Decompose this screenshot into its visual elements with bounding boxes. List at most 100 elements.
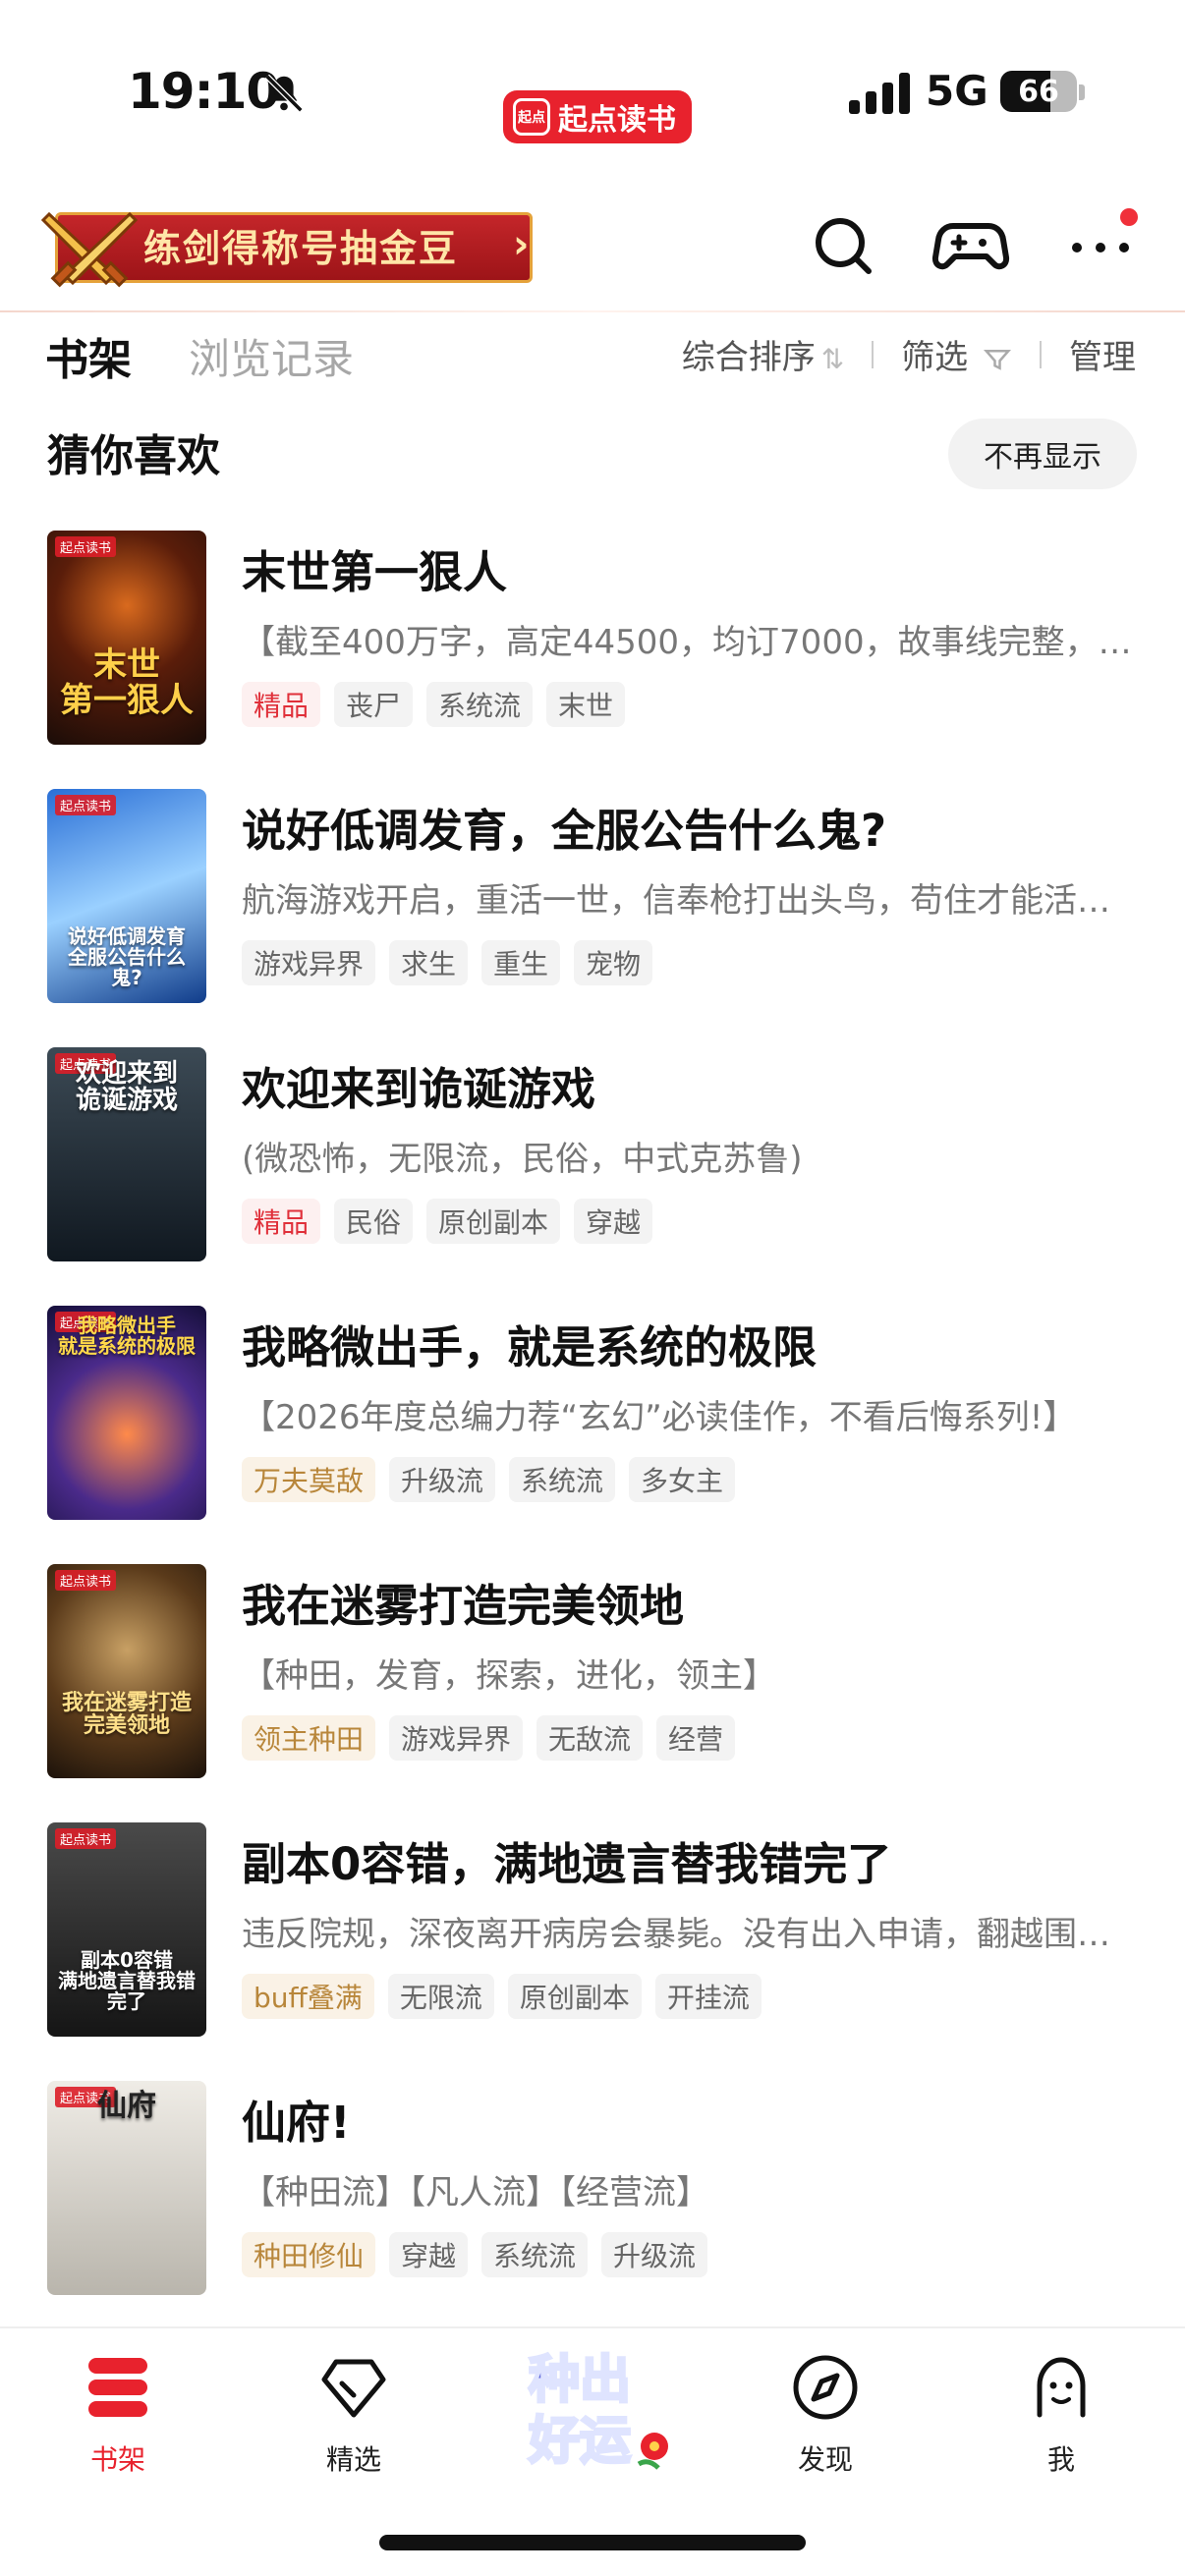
divider <box>872 340 875 368</box>
cover-title: 副本0容错 满地遗言替我错完了 <box>58 1948 196 2013</box>
nav-item-me[interactable]: 我 <box>983 2350 1140 2478</box>
book-tag[interactable]: 重生 <box>481 940 561 985</box>
cellular-signal-icon <box>849 73 910 114</box>
bottom-nav: 书架 精选 种出 好运 发现 我 <box>0 2328 1185 2486</box>
bookshelf-icon <box>88 2358 147 2417</box>
tab-bookshelf[interactable]: 书架 <box>41 324 132 387</box>
book-tag[interactable]: buff叠满 <box>242 1974 374 2019</box>
nav-item-featured[interactable]: 精选 <box>275 2350 432 2478</box>
header-divider <box>0 310 1185 312</box>
book-tag[interactable]: 多女主 <box>629 1457 736 1502</box>
cover-brand-badge: 起点读书 <box>55 1828 117 1849</box>
book-tag[interactable]: 系统流 <box>509 1457 616 1502</box>
gamepad-icon[interactable] <box>931 206 1010 285</box>
book-tag[interactable]: 游戏异界 <box>389 1715 524 1761</box>
book-tag[interactable]: 万夫莫敌 <box>242 1457 376 1502</box>
nav-label-bookshelf: 书架 <box>89 2443 145 2476</box>
nav-label-me: 我 <box>1046 2443 1075 2476</box>
list-item[interactable]: 起点读书 副本0容错 满地遗言替我错完了 副本0容错，满地遗言替我错完了 违反院规，深… <box>0 1822 1185 2039</box>
promo-banner[interactable]: 练剑得称号抽金豆 › <box>35 204 536 289</box>
battery-icon: 66 <box>1000 71 1077 112</box>
manage-button[interactable]: 管理 <box>1069 330 1136 378</box>
list-item[interactable]: 起点读书 我在迷雾打造 完美领地 我在迷雾打造完美领地 【种田，发育，探索，进化，领主… <box>0 1564 1185 1780</box>
cover-title: 仙府 <box>97 2089 156 2123</box>
list-item[interactable]: 起点读书 仙府 仙府! 【种田流】【凡人流】【经营流】 种田修仙 穿越 系统流 升级流 <box>0 2081 1185 2297</box>
list-item[interactable]: 起点读书 欢迎来到 诡诞游戏 欢迎来到诡诞游戏 (微恐怖，无限流，民俗，中式克苏鲁) 精… <box>0 1047 1185 1263</box>
book-tag[interactable]: 末世 <box>546 682 626 727</box>
section-title: 猜你喜欢 <box>47 431 220 481</box>
cover-title: 我略微出手 就是系统的极限 <box>58 1314 196 1358</box>
book-tags: 精品 丧尸 系统流 末世 <box>242 682 626 727</box>
book-tags: buff叠满 无限流 原创副本 开挂流 <box>242 1974 762 2019</box>
book-title: 我在迷雾打造完美领地 <box>242 1580 685 1632</box>
svg-text:好运: 好运 <box>528 2412 631 2471</box>
book-cover[interactable]: 起点读书 说好低调发育 全服公告什么鬼? <box>47 789 206 1003</box>
divider <box>1040 340 1042 368</box>
search-icon[interactable] <box>804 206 882 285</box>
book-title: 我略微出手，就是系统的极限 <box>242 1321 818 1373</box>
diamond-icon <box>321 2359 386 2418</box>
cover-title: 末世 第一狠人 <box>60 645 194 720</box>
book-cover[interactable]: 起点读书 我略微出手 就是系统的极限 <box>47 1306 206 1520</box>
book-tag[interactable]: 系统流 <box>481 2232 589 2277</box>
book-tags: 万夫莫敌 升级流 系统流 多女主 <box>242 1457 736 1502</box>
book-title: 仙府! <box>242 2097 351 2149</box>
book-tag[interactable]: 经营 <box>656 1715 736 1761</box>
sort-icon: ⇅ <box>820 343 845 375</box>
list-item[interactable]: 起点读书 末世 第一狠人 末世第一狠人 【截至400万字，高定44500，均订7000… <box>0 531 1185 747</box>
tab-history[interactable]: 浏览记录 <box>189 326 354 386</box>
book-tag[interactable]: 求生 <box>389 940 469 985</box>
book-tag[interactable]: 升级流 <box>601 2232 708 2277</box>
battery-percent: 66 <box>1018 74 1059 109</box>
nav-item-bookshelf[interactable]: 书架 <box>39 2350 197 2478</box>
book-description: 【2026年度总编力荐“玄幻”必读佳作，不看后悔系列!】 <box>242 1398 1077 1437</box>
filter-button[interactable]: 筛选 <box>901 330 1012 378</box>
book-tag[interactable]: 民俗 <box>334 1199 414 1244</box>
book-cover[interactable]: 起点读书 仙府 <box>47 2081 206 2295</box>
book-tag[interactable]: 无限流 <box>387 1974 494 2019</box>
book-tag[interactable]: 领主种田 <box>242 1715 376 1761</box>
book-cover[interactable]: 起点读书 欢迎来到 诡诞游戏 <box>47 1047 206 1261</box>
book-title: 欢迎来到诡诞游戏 <box>242 1063 596 1115</box>
book-description: 航海游戏开启，重活一世，信奉枪打出头鸟，苟住才能活得更久 <box>242 881 1140 921</box>
cover-brand-badge: 起点读书 <box>55 1570 117 1591</box>
svg-text:种出: 种出 <box>529 2351 631 2410</box>
book-tag[interactable]: 游戏异界 <box>242 940 376 985</box>
book-cover[interactable]: 起点读书 我在迷雾打造 完美领地 <box>47 1564 206 1778</box>
book-tag[interactable]: 丧尸 <box>334 682 414 727</box>
sort-controls: 综合排序 ⇅ 筛选 管理 <box>682 330 1136 378</box>
book-tag[interactable]: 精品 <box>242 682 321 727</box>
book-tags: 领主种田 游戏异界 无敌流 经营 <box>242 1715 736 1761</box>
book-tag[interactable]: 宠物 <box>574 940 653 985</box>
nav-item-discover[interactable]: 发现 <box>747 2350 904 2478</box>
dismiss-button[interactable]: 不再显示 <box>948 419 1137 489</box>
sort-label: 综合排序 <box>681 338 816 377</box>
nav-label-discover: 发现 <box>797 2443 853 2476</box>
book-tag[interactable]: 种田修仙 <box>242 2232 376 2277</box>
book-tag[interactable]: 开挂流 <box>654 1974 762 2019</box>
compass-icon <box>793 2355 858 2420</box>
app-indicator-badge[interactable]: 起点 起点读书 <box>503 90 692 143</box>
book-tag[interactable]: 精品 <box>242 1199 321 1244</box>
filter-label: 筛选 <box>901 338 969 377</box>
book-tag[interactable]: 原创副本 <box>426 1199 561 1244</box>
app-indicator-label: 起点读书 <box>558 103 676 138</box>
book-cover[interactable]: 起点读书 末世 第一狠人 <box>47 531 206 745</box>
book-tag[interactable]: 升级流 <box>389 1457 496 1502</box>
book-tag[interactable]: 系统流 <box>426 682 534 727</box>
chevron-right-icon: › <box>513 222 530 267</box>
book-tag[interactable]: 无敌流 <box>536 1715 644 1761</box>
book-cover[interactable]: 起点读书副本0容错 满地遗言替我错完了 <box>47 1822 206 2037</box>
list-item[interactable]: 起点读书 我略微出手 就是系统的极限 我略微出手，就是系统的极限【2026年度总编力… <box>0 1306 1185 1522</box>
book-tag[interactable]: 原创副本 <box>507 1974 642 2019</box>
book-tag[interactable]: 穿越 <box>389 2232 469 2277</box>
book-description: (微恐怖，无限流，民俗，中式克苏鲁) <box>242 1140 803 1179</box>
book-title: 说好低调发育，全服公告什么鬼? <box>242 805 887 857</box>
filter-icon <box>983 349 1012 370</box>
list-item[interactable]: 起点读书 说好低调发育 全服公告什么鬼? 说好低调发育，全服公告什么鬼? 航海游戏开启… <box>0 789 1185 1005</box>
book-tag[interactable]: 穿越 <box>574 1199 653 1244</box>
profile-icon <box>1037 2357 1086 2418</box>
sort-button[interactable]: 综合排序 ⇅ <box>682 330 844 378</box>
lucky-plant-icon[interactable]: 种出 好运 <box>521 2336 678 2484</box>
status-bar: 19:10 起点 起点读书 5G 66 <box>0 0 1185 187</box>
